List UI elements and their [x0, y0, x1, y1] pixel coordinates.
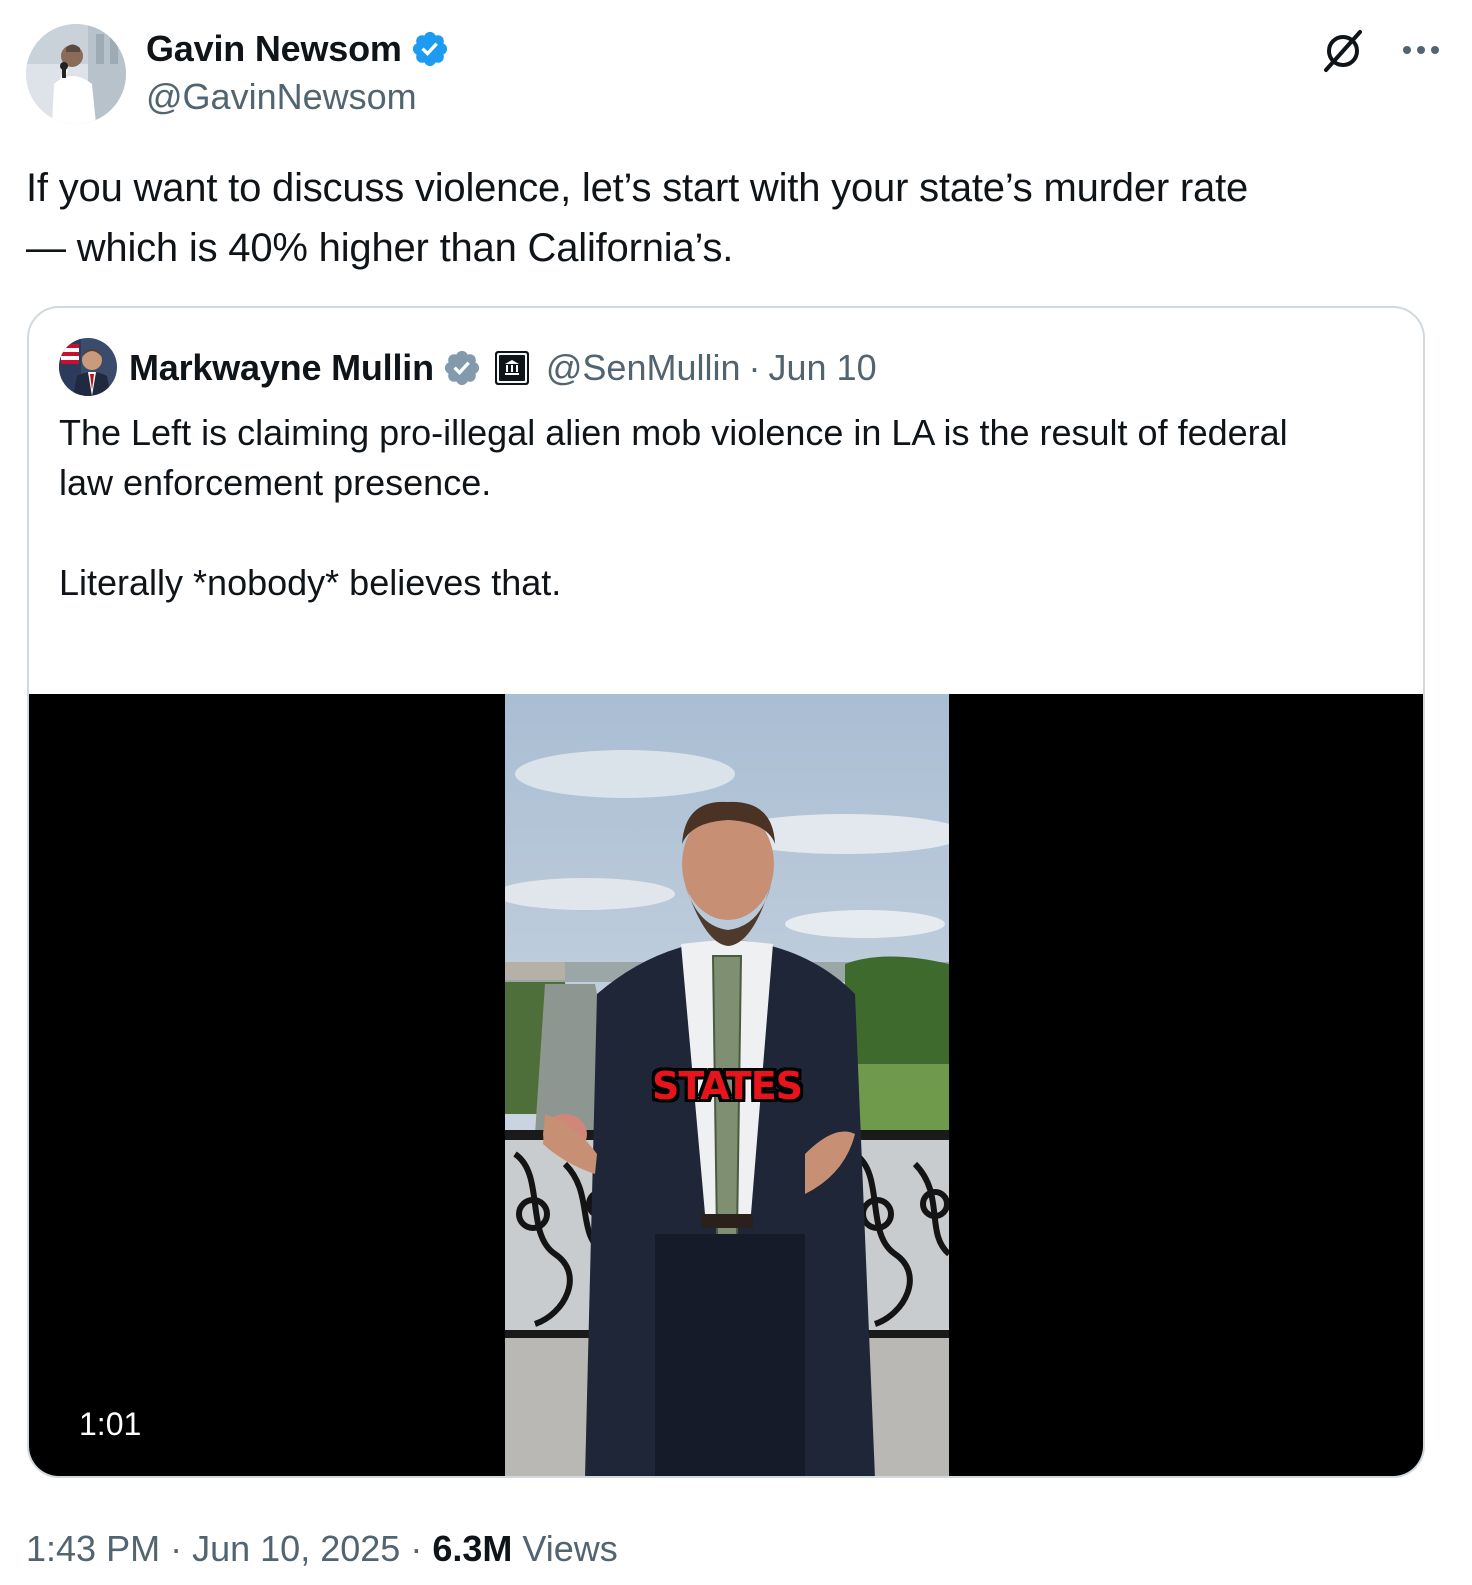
quoted-author-display-name[interactable]: Markwayne Mullin [129, 347, 434, 389]
views-label: Views [522, 1528, 618, 1569]
video-duration: 1:01 [79, 1406, 142, 1442]
quoted-text-line-2: law enforcement presence. [59, 462, 492, 503]
grok-icon[interactable] [1320, 28, 1366, 74]
author-name-row: Gavin Newsom [146, 26, 450, 72]
tweet-meta: 1:43 PM · Jun 10, 2025 · 6.3M Views [26, 1528, 618, 1570]
meta-separator-1: · [170, 1528, 183, 1569]
tweet-text: If you want to discuss violence, let’s s… [26, 158, 1426, 278]
tweet-text-line-1: If you want to discuss violence, let’s s… [26, 166, 1249, 210]
tweet-detail: Gavin Newsom @GavinNewsom If you want to… [0, 0, 1472, 1585]
video-caption: STATES [651, 1064, 803, 1108]
quoted-date[interactable]: Jun 10 [769, 347, 877, 389]
views-count[interactable]: 6.3M [432, 1528, 512, 1569]
author-display-name[interactable]: Gavin Newsom [146, 28, 402, 70]
video-player[interactable]: STATES 1:01 [29, 694, 1423, 1476]
video-frame: STATES [505, 694, 949, 1476]
tweet-text-line-2: — which is 40% higher than California’s. [26, 226, 734, 270]
government-building-icon[interactable] [494, 350, 530, 386]
meta-separator-2: · [410, 1528, 423, 1569]
tweet-header: Gavin Newsom @GavinNewsom [26, 24, 1446, 124]
tweet-time[interactable]: 1:43 PM [26, 1528, 160, 1569]
quoted-separator: · [748, 347, 761, 388]
quoted-author-handle[interactable]: @SenMullin [546, 347, 741, 389]
quoted-tweet-text: The Left is claiming pro-illegal alien m… [59, 408, 1399, 608]
quoted-text-line-1: The Left is claiming pro-illegal alien m… [59, 412, 1288, 453]
tweet-date[interactable]: Jun 10, 2025 [192, 1528, 400, 1569]
quoted-text-line-3: Literally *nobody* believes that. [59, 562, 562, 603]
quoted-header: Markwayne Mullin @SenMullin · Jun 10 [129, 344, 877, 392]
quoted-author-avatar[interactable] [59, 338, 117, 396]
more-icon[interactable] [1396, 30, 1446, 70]
quoted-tweet-card[interactable]: Markwayne Mullin @SenMullin · Jun 10 The… [27, 306, 1425, 1478]
author-avatar[interactable] [26, 24, 126, 124]
author-handle[interactable]: @GavinNewsom [146, 76, 417, 118]
verified-gray-badge-icon[interactable] [442, 348, 482, 388]
verified-badge-icon[interactable] [410, 29, 450, 69]
